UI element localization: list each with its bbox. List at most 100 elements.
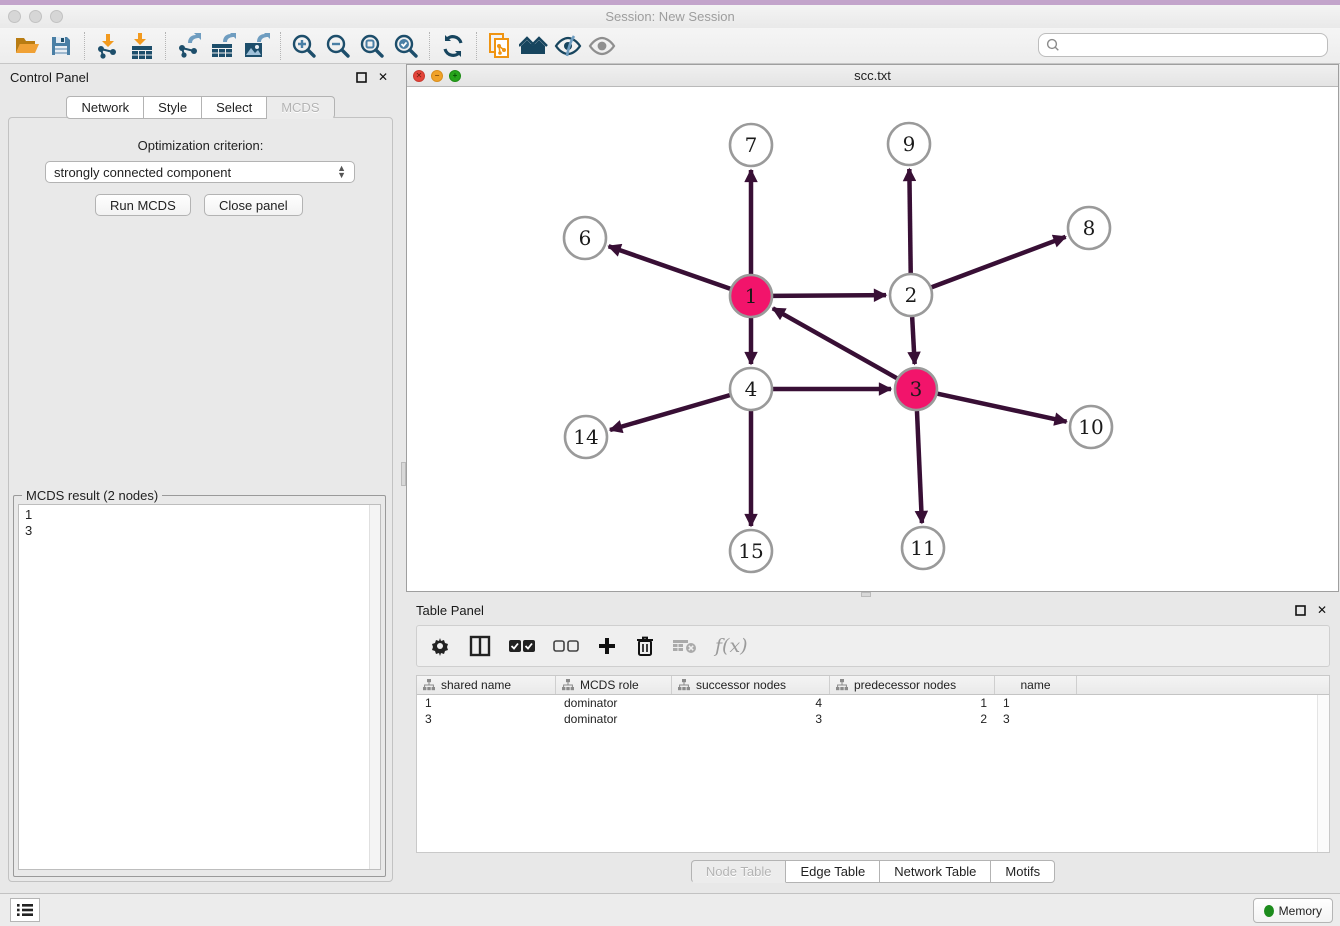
edge-2-8[interactable] <box>932 237 1066 287</box>
node-label-15: 15 <box>738 539 763 563</box>
control-panel-title: Control Panel <box>10 70 347 85</box>
run-mcds-button[interactable]: Run MCDS <box>95 194 191 216</box>
network-canvas[interactable]: 7968124314101511 <box>407 87 1338 591</box>
tab-motifs[interactable]: Motifs <box>991 860 1055 883</box>
close-panel-button[interactable]: Close panel <box>204 194 303 216</box>
table-toolbar: f(x) <box>416 625 1330 667</box>
network-view-window: ✕ − + scc.txt 7968124314101511 <box>406 64 1339 592</box>
toolbar-separator <box>280 32 281 60</box>
table-row[interactable]: 3 dominator 3 2 3 <box>417 711 1329 727</box>
edge-4-14[interactable] <box>610 395 730 430</box>
column-header-successor-nodes[interactable]: successor nodes <box>672 676 830 694</box>
save-session-icon[interactable] <box>46 31 76 61</box>
zoom-out-icon[interactable] <box>323 31 353 61</box>
criterion-dropdown[interactable]: strongly connected component ▲▼ <box>45 161 355 183</box>
table-settings-icon[interactable] <box>429 633 451 659</box>
refresh-view-icon[interactable] <box>438 31 468 61</box>
dropdown-stepper-icon: ▲▼ <box>337 165 346 179</box>
result-scrollbar[interactable] <box>369 505 380 869</box>
column-header-mcds-role[interactable]: MCDS role <box>556 676 672 694</box>
edge-3-10[interactable] <box>937 394 1066 422</box>
tab-node-table[interactable]: Node Table <box>691 860 787 883</box>
edge-3-11[interactable] <box>917 411 922 523</box>
show-all-icon[interactable] <box>587 31 617 61</box>
network-window-titlebar[interactable]: ✕ − + scc.txt <box>407 65 1338 87</box>
table-row[interactable]: 1 dominator 4 1 1 <box>417 695 1329 711</box>
tab-style[interactable]: Style <box>144 96 202 119</box>
open-session-icon[interactable] <box>12 31 42 61</box>
column-label: shared name <box>441 678 511 692</box>
criterion-label: Optimization criterion: <box>9 138 392 153</box>
tab-network[interactable]: Network <box>66 96 144 119</box>
export-table-icon[interactable] <box>208 31 238 61</box>
edge-2-9[interactable] <box>909 169 910 273</box>
search-field[interactable] <box>1038 33 1328 57</box>
toolbar-separator <box>165 32 166 60</box>
column-header-shared-name[interactable]: shared name <box>417 676 556 694</box>
run-mcds-label: Run MCDS <box>110 198 176 213</box>
delete-column-icon[interactable] <box>635 633 655 659</box>
export-network-icon[interactable] <box>174 31 204 61</box>
cell-name: 1 <box>995 696 1077 710</box>
cell-mcds-role: dominator <box>556 712 672 726</box>
column-header-predecessor-nodes[interactable]: predecessor nodes <box>830 676 995 694</box>
import-table-icon[interactable] <box>127 31 157 61</box>
tab-mcds[interactable]: MCDS <box>267 96 334 119</box>
status-bar: Memory <box>0 893 1340 926</box>
cell-predecessor-nodes: 1 <box>830 696 995 710</box>
float-table-panel-icon[interactable] <box>1292 602 1308 618</box>
node-label-3: 3 <box>910 377 923 401</box>
hierarchy-icon <box>678 679 690 691</box>
edge-2-3[interactable] <box>912 317 915 364</box>
toolbar-separator <box>476 32 477 60</box>
list-icon <box>17 903 33 917</box>
mcds-result-title: MCDS result (2 nodes) <box>22 488 162 503</box>
memory-button[interactable]: Memory <box>1253 898 1333 923</box>
memory-status-icon <box>1264 905 1274 917</box>
node-table[interactable]: shared name MCDS role successor nodes pr… <box>416 675 1330 853</box>
column-label: successor nodes <box>696 678 786 692</box>
close-panel-label: Close panel <box>219 198 288 213</box>
search-input[interactable] <box>1061 38 1327 52</box>
first-neighbors-icon[interactable] <box>519 31 549 61</box>
deselect-all-icon[interactable] <box>553 633 579 659</box>
tab-select[interactable]: Select <box>202 96 267 119</box>
mcds-result-text: 1 3 <box>18 504 381 870</box>
float-panel-icon[interactable] <box>353 69 369 85</box>
tab-edge-table[interactable]: Edge Table <box>786 860 880 883</box>
network-window-title: scc.txt <box>407 68 1338 83</box>
edge-1-2[interactable] <box>773 295 886 296</box>
new-network-from-selection-icon[interactable] <box>485 31 515 61</box>
import-network-icon[interactable] <box>93 31 123 61</box>
column-header-name[interactable]: name <box>995 676 1077 694</box>
close-table-panel-icon[interactable]: ✕ <box>1314 602 1330 618</box>
select-all-icon[interactable] <box>509 633 535 659</box>
add-column-icon[interactable] <box>597 633 617 659</box>
cell-predecessor-nodes: 2 <box>830 712 995 726</box>
edge-1-6[interactable] <box>609 246 731 288</box>
network-graph[interactable]: 7968124314101511 <box>407 87 1338 591</box>
toolbar-separator <box>429 32 430 60</box>
tab-network-table[interactable]: Network Table <box>880 860 991 883</box>
column-label: name <box>1020 678 1050 692</box>
node-label-11: 11 <box>910 536 935 560</box>
zoom-fit-icon[interactable] <box>357 31 387 61</box>
node-label-1: 1 <box>745 284 758 308</box>
control-panel-header: Control Panel ✕ <box>0 64 401 90</box>
node-label-9: 9 <box>903 132 916 156</box>
function-builder-icon: f(x) <box>715 633 748 659</box>
export-image-icon[interactable] <box>242 31 272 61</box>
show-panels-button[interactable] <box>10 898 40 922</box>
toolbar-separator <box>84 32 85 60</box>
edge-3-1[interactable] <box>773 308 897 378</box>
zoom-selected-icon[interactable] <box>391 31 421 61</box>
close-panel-icon[interactable]: ✕ <box>375 69 391 85</box>
zoom-in-icon[interactable] <box>289 31 319 61</box>
toggle-panel-columns-icon[interactable] <box>469 633 491 659</box>
cell-shared-name: 3 <box>417 712 556 726</box>
hide-selected-icon[interactable] <box>553 31 583 61</box>
table-scrollbar[interactable] <box>1317 695 1329 852</box>
window-title: Session: New Session <box>0 9 1340 24</box>
search-icon <box>1045 37 1061 53</box>
mcds-panel: Optimization criterion: strongly connect… <box>8 117 393 882</box>
